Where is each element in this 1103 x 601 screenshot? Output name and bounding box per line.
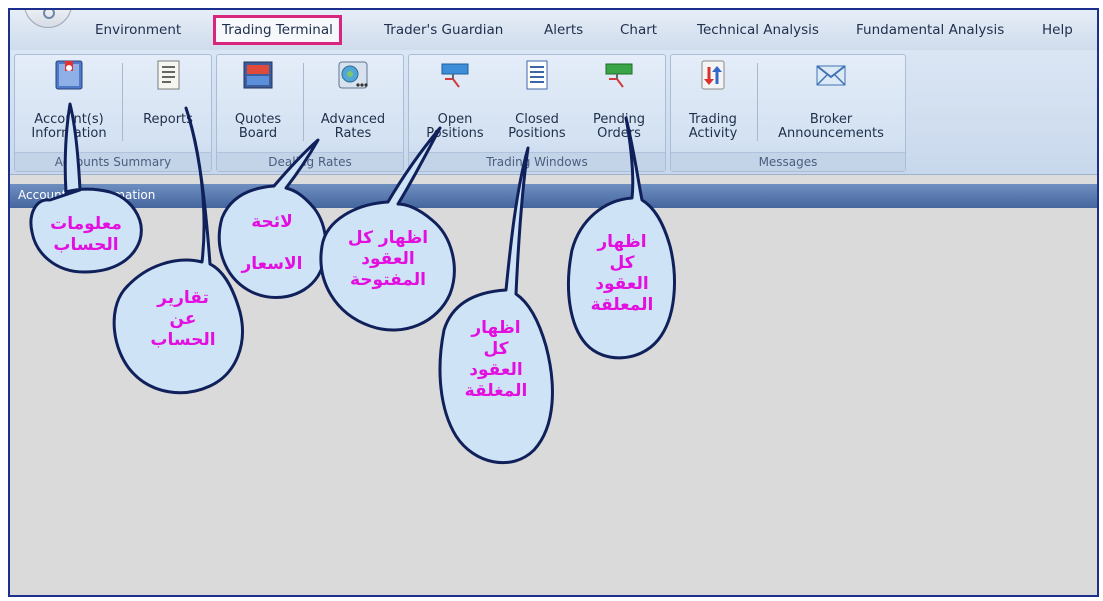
menu-alerts[interactable]: Alerts [544, 22, 583, 38]
closed-positions-document-icon [526, 60, 548, 90]
menu-help[interactable]: Help [1042, 22, 1073, 38]
quotes-board-icon [243, 61, 273, 89]
broker-announcements-button[interactable]: Broker Announcements [765, 59, 897, 151]
report-document-icon [157, 60, 180, 90]
menu-technical-analysis[interactable]: Technical Analysis [697, 22, 819, 38]
group-label: Dealing Rates [217, 152, 403, 171]
app-menu-icon[interactable] [24, 10, 72, 28]
pending-orders-label: Pending Orders [593, 112, 645, 141]
reports-button[interactable]: Reports [131, 59, 205, 151]
annotation-pending-orders-text: اظهار كل العقود المعلقة [590, 232, 654, 315]
separator [757, 63, 758, 141]
open-positions-button[interactable]: Open Positions [415, 59, 495, 151]
trading-activity-icon [701, 60, 725, 90]
closed-positions-button[interactable]: Closed Positions [499, 59, 575, 151]
menu-fundamental-analysis[interactable]: Fundamental Analysis [856, 22, 1004, 38]
account-book-icon [55, 60, 83, 90]
group-label: Messages [671, 152, 905, 171]
trading-platform-window: Environment Trading Terminal Trader's Gu… [0, 0, 1103, 601]
menu-traders-guardian[interactable]: Trader's Guardian [384, 22, 503, 38]
annotation-rates-list-text: لائحة الاسعار [241, 212, 303, 274]
advanced-rates-label: Advanced Rates [320, 112, 386, 141]
reports-label: Reports [143, 112, 193, 127]
envelope-icon [816, 65, 846, 86]
advanced-rates-icon [338, 61, 368, 89]
group-label: Accounts Summary [15, 152, 211, 171]
closed-positions-label: Closed Positions [508, 112, 566, 141]
broker-announcements-label: Broker Announcements [778, 112, 884, 141]
separator [303, 63, 304, 141]
annotation-reports-text: تقارير عن الحساب [150, 288, 216, 350]
panel-title: Account(s) Information [18, 188, 156, 202]
group-accounts-summary: Account(s) Information Reports Accounts … [14, 54, 212, 172]
group-messages: Trading Activity Broker Announcements Me… [670, 54, 906, 172]
pending-orders-icon [605, 63, 633, 88]
account-information-label: Account(s) Information [31, 112, 107, 141]
ribbon: Account(s) Information Reports Accounts … [10, 50, 1097, 175]
annotation-closed-positions-text: اظهار كل العقود المغلقة [464, 318, 528, 401]
group-label: Trading Windows [409, 152, 665, 171]
trading-activity-button[interactable]: Trading Activity [675, 59, 751, 151]
menu-chart[interactable]: Chart [620, 22, 657, 38]
annotation-account-info-text: معلومات الحساب [50, 214, 122, 255]
group-trading-windows: Open Positions Closed Positions Pending … [408, 54, 666, 172]
annotation-open-positions-text: اظهار كل العقود المفتوحة [347, 228, 429, 290]
quotes-board-button[interactable]: Quotes Board [221, 59, 295, 151]
account-information-button[interactable]: Account(s) Information [23, 59, 115, 151]
menu-bar: Environment Trading Terminal Trader's Gu… [10, 10, 1097, 50]
menu-environment[interactable]: Environment [95, 22, 181, 38]
trading-activity-label: Trading Activity [688, 112, 738, 141]
separator [122, 63, 123, 141]
advanced-rates-button[interactable]: Advanced Rates [311, 59, 395, 151]
group-dealing-rates: Quotes Board Advanced Rates Dealing Rate… [216, 54, 404, 172]
menu-trading-terminal[interactable]: Trading Terminal [213, 15, 342, 45]
pending-orders-button[interactable]: Pending Orders [579, 59, 659, 151]
panel-title-bar: Account(s) Information [10, 184, 1097, 208]
open-positions-icon [441, 63, 469, 88]
workspace-area [10, 208, 1097, 595]
open-positions-label: Open Positions [426, 112, 484, 141]
quotes-board-label: Quotes Board [234, 112, 282, 141]
